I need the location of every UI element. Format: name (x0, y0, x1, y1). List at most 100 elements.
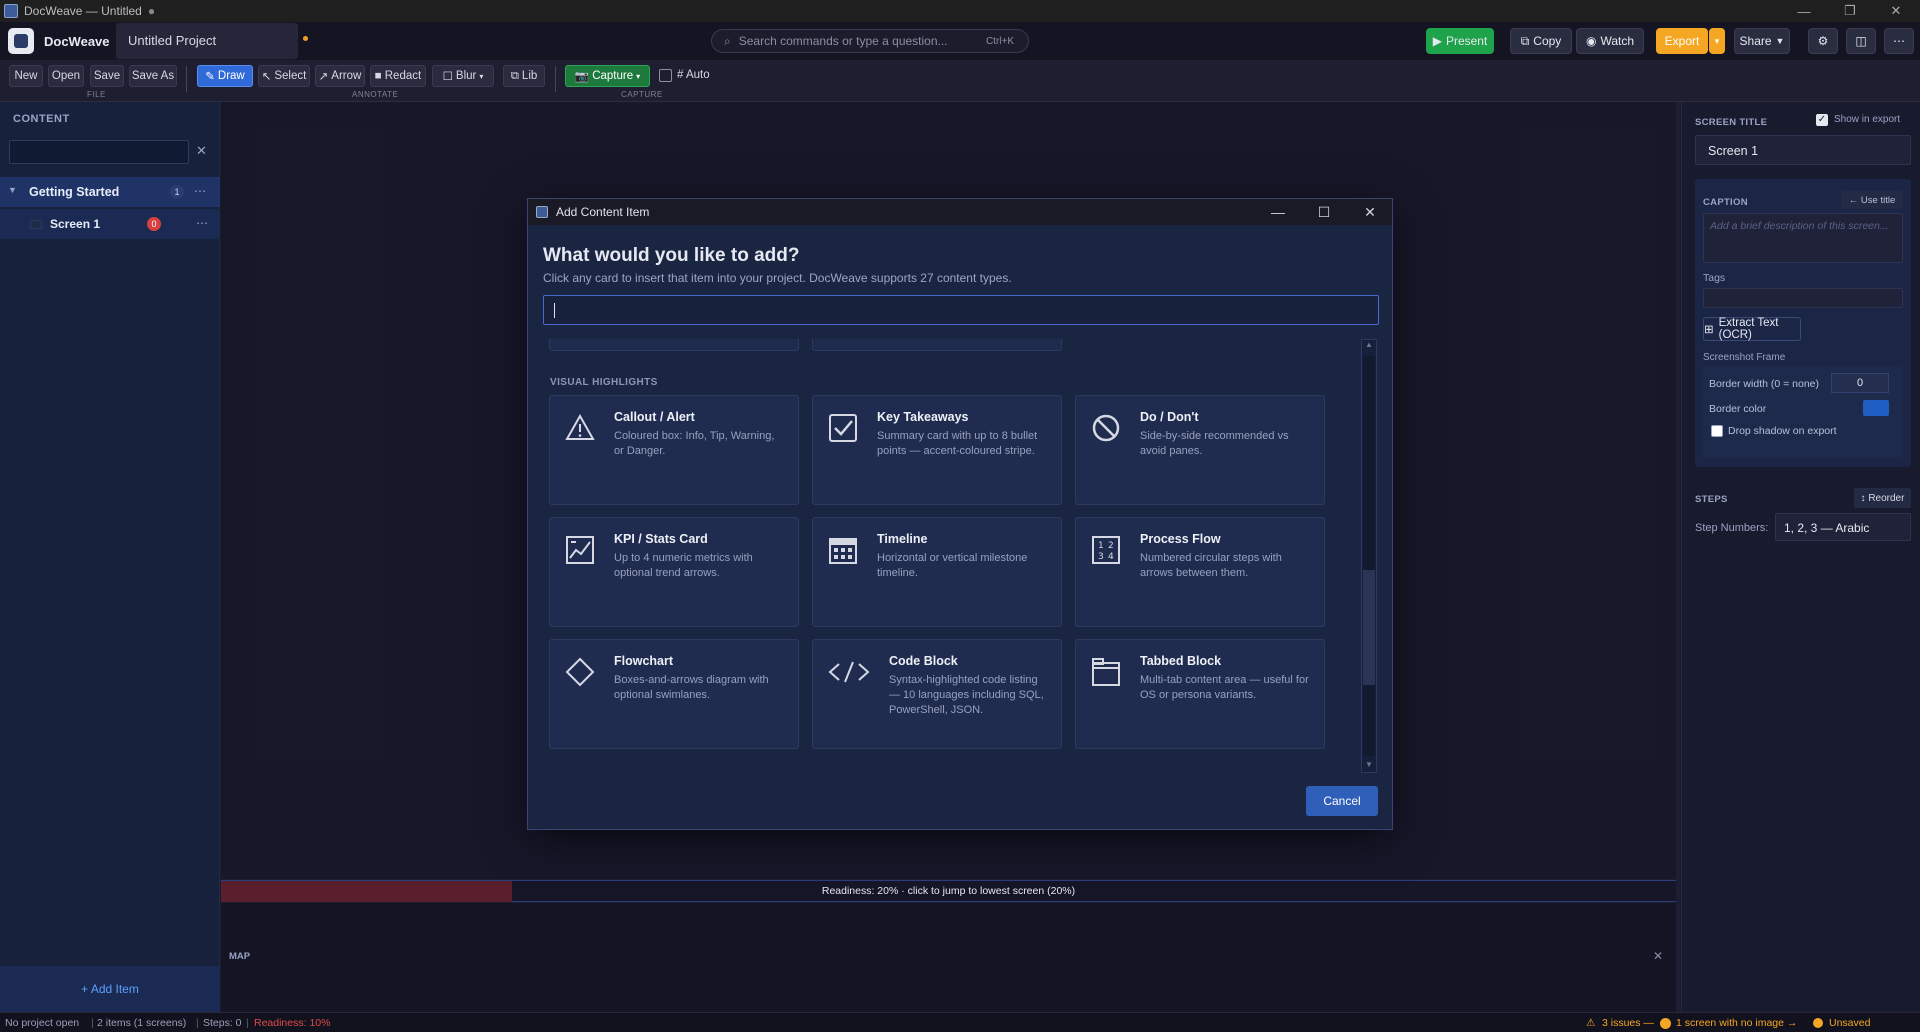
screen-step-badge: 0 (147, 217, 161, 231)
tags-input[interactable] (1703, 288, 1903, 308)
close-map-icon[interactable]: ✕ (1653, 949, 1663, 963)
card-title: Flowchart (614, 654, 674, 668)
project-tab[interactable]: Untitled Project (116, 23, 298, 59)
content-type-search-input[interactable] (543, 295, 1379, 325)
dialog-titlebar: Add Content Item — ☐ ✕ (528, 199, 1392, 225)
share-button[interactable]: Share ▼ (1734, 28, 1790, 54)
search-icon: ⌕ (724, 33, 731, 48)
item-more-icon[interactable]: ⋯ (196, 216, 208, 230)
status-readiness: Readiness: 10% (254, 1017, 331, 1029)
border-width-input[interactable]: 0 (1831, 373, 1889, 393)
content-type-card[interactable]: Code Block Syntax-highlighted code listin… (812, 639, 1062, 749)
new-button[interactable]: New (9, 65, 43, 87)
content-type-card[interactable]: Key Takeaways Summary card with up to 8 b… (812, 395, 1062, 505)
ocr-icon: ⊞ (1704, 324, 1714, 336)
use-title-button[interactable]: ← Use title (1841, 191, 1903, 209)
status-items: 2 items (1 screens) (97, 1017, 187, 1029)
cards-scrollbar[interactable]: ▲ ▼ (1361, 339, 1377, 773)
draw-button[interactable]: ✎ Draw (197, 65, 253, 87)
save-as-button[interactable]: Save As (129, 65, 177, 87)
status-unsaved: Unsaved (1829, 1017, 1871, 1029)
scroll-up-icon[interactable]: ▲ (1365, 340, 1373, 349)
step-numbers-select[interactable]: 1, 2, 3 — Arabic (1775, 513, 1911, 541)
dialog-maximize-icon[interactable]: ☐ (1302, 199, 1346, 225)
open-button[interactable]: Open (48, 65, 84, 87)
sidebar-item-screen-1[interactable]: Screen 1 0 ⋯ (0, 209, 220, 239)
dialog-close-icon[interactable]: ✕ (1348, 199, 1392, 225)
more-menu-icon[interactable]: ⋯ (1884, 28, 1914, 54)
card-description: Summary card with up to 8 bullet points … (877, 430, 1038, 457)
card-title: Callout / Alert (614, 410, 695, 424)
present-button[interactable]: ▶ Present (1426, 28, 1494, 54)
card-title: KPI / Stats Card (614, 532, 708, 546)
redact-button[interactable]: ■ Redact (370, 65, 426, 87)
drop-shadow-checkbox[interactable] (1711, 425, 1723, 437)
restore-icon[interactable]: ❐ (1832, 0, 1868, 22)
card-description: Boxes-and-arrows diagram with optional s… (614, 674, 769, 701)
content-type-card[interactable]: 1 2 3 4 Process Flow Numbered circular steps … (1075, 517, 1325, 627)
group-more-icon[interactable]: ⋯ (194, 184, 206, 198)
group-count-badge: 1 (170, 185, 184, 199)
dialog-minimize-icon[interactable]: — (1256, 199, 1300, 225)
status-no-image-link[interactable]: 1 screen with no image → (1676, 1017, 1797, 1029)
card-title: Timeline (877, 532, 928, 546)
toolbar-divider (186, 66, 187, 92)
cancel-button[interactable]: Cancel (1306, 786, 1378, 816)
content-type-card[interactable]: Timeline Horizontal or vertical milestone… (812, 517, 1062, 627)
screen-title-input[interactable]: Screen 1 (1695, 135, 1911, 165)
watch-button[interactable]: ◉ Watch (1576, 28, 1644, 54)
expand-triangle-icon[interactable]: ▼ (8, 185, 17, 195)
library-button[interactable]: ⧉ Lib (503, 65, 545, 87)
svg-text:2: 2 (1108, 541, 1114, 551)
scrollbar-thumb[interactable] (1363, 570, 1375, 685)
previous-row-card[interactable] (812, 339, 1062, 351)
show-in-export-checkbox[interactable]: ✓ (1816, 114, 1828, 126)
play-icon: ▶ (1432, 34, 1442, 48)
eye-icon: ◉ (1585, 34, 1597, 48)
content-type-card[interactable]: KPI / Stats Card Up to 4 numeric metrics … (549, 517, 799, 627)
show-in-export-label: Show in export (1834, 114, 1901, 125)
content-type-card[interactable]: Callout / Alert Coloured box: Info, Tip, … (549, 395, 799, 505)
select-button[interactable]: ↖ Select (258, 65, 310, 87)
settings-gear-icon[interactable]: ⚙ (1808, 28, 1838, 54)
readiness-bar[interactable]: Readiness: 20% · click to jump to lowest… (221, 880, 1676, 902)
export-button[interactable]: Export (1656, 28, 1708, 54)
shortcut-hint: Ctrl+K (985, 35, 1014, 47)
close-icon[interactable]: ✕ (1878, 0, 1914, 22)
reorder-button[interactable]: ↕ Reorder (1854, 488, 1911, 508)
clear-search-icon[interactable]: ✕ (196, 143, 207, 159)
content-type-card[interactable]: Tabbed Block Multi-tab content area — use… (1075, 639, 1325, 749)
sidebar-group-getting-started[interactable]: ▼ Getting Started 1 ⋯ (0, 177, 220, 207)
caption-textarea[interactable]: Add a brief description of this screen..… (1703, 213, 1903, 263)
card-description: Numbered circular steps with arrows betw… (1140, 552, 1282, 579)
card-description: Horizontal or vertical milestone timelin… (877, 552, 1028, 579)
add-item-button[interactable]: + Add Item (0, 966, 220, 1012)
blur-button[interactable]: ☐ Blur ▾ (432, 65, 494, 87)
content-type-card[interactable]: Do / Don't Side-by-side recommended vs av… (1075, 395, 1325, 505)
scroll-down-icon[interactable]: ▼ (1365, 760, 1373, 769)
copy-button[interactable]: ⧉ Copy (1510, 28, 1572, 54)
card-title: Key Takeaways (877, 410, 969, 424)
unsaved-dot-icon (1813, 1018, 1823, 1028)
screen-title-label: SCREEN TITLE (1695, 117, 1768, 128)
cursor-icon: ↖ (261, 71, 272, 83)
previous-row-card[interactable] (549, 339, 799, 351)
export-dropdown-icon[interactable]: ▾ (1709, 28, 1725, 54)
panel-toggle-icon[interactable]: ◫ (1846, 28, 1876, 54)
auto-checkbox[interactable] (659, 69, 672, 82)
command-search[interactable]: ⌕ Search commands or type a question... … (711, 29, 1029, 53)
status-issues[interactable]: 3 issues — (1602, 1017, 1654, 1029)
text-caret (554, 303, 555, 318)
capture-button[interactable]: 📷 Capture ▾ (565, 65, 650, 87)
border-color-swatch[interactable] (1863, 400, 1889, 416)
content-type-card[interactable]: Flowchart Boxes-and-arrows diagram with o… (549, 639, 799, 749)
svg-text:1: 1 (1098, 541, 1104, 551)
map-panel: MAP ✕ (221, 903, 1676, 1012)
border-width-label: Border width (0 = none) (1709, 378, 1820, 390)
save-button[interactable]: Save (90, 65, 124, 87)
minimize-icon[interactable]: — (1786, 0, 1822, 22)
diamond-icon (564, 656, 596, 688)
extract-text-ocr-button[interactable]: ⊞ Extract Text (OCR) (1703, 317, 1801, 341)
sidebar-search-input[interactable] (9, 140, 189, 164)
arrow-button[interactable]: ↗ Arrow (315, 65, 365, 87)
